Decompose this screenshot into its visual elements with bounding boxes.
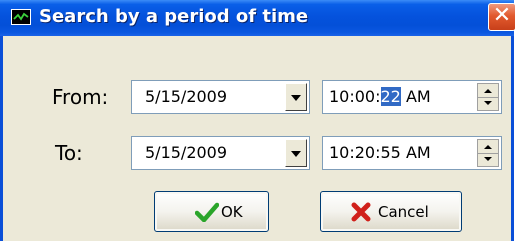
chart-window-icon (11, 9, 31, 25)
window-title: Search by a period of time (39, 6, 309, 27)
to-label: To: (55, 141, 83, 165)
dialog-window: Search by a period of time ✕ From: 5/15/… (0, 0, 516, 241)
red-x-icon (351, 202, 371, 222)
from-time-spinner[interactable] (477, 83, 499, 111)
close-icon: ✕ (492, 3, 512, 28)
from-label: From: (52, 85, 109, 109)
ok-button-label: OK (221, 203, 243, 221)
from-date-dropdown-button[interactable] (285, 83, 307, 111)
to-time-spin-up-icon[interactable] (478, 140, 498, 154)
cancel-button[interactable]: Cancel (320, 191, 462, 232)
close-button[interactable]: ✕ (488, 3, 516, 31)
from-time-spin-up-icon[interactable] (478, 84, 498, 98)
to-time-value[interactable]: 10:20:55 AM (329, 143, 431, 162)
from-time-selected-seconds: 22 (380, 87, 401, 106)
from-time-value[interactable]: 10:00:22 AM (329, 87, 431, 106)
checkmark-icon (195, 202, 219, 222)
from-date-picker[interactable]: 5/15/2009 (131, 80, 310, 114)
to-date-picker[interactable]: 5/15/2009 (131, 136, 310, 170)
from-time-picker[interactable]: 10:00:22 AM (322, 80, 502, 114)
to-time-spin-down-icon[interactable] (478, 153, 498, 166)
to-time-picker[interactable]: 10:20:55 AM (322, 136, 502, 170)
ok-button[interactable]: OK (154, 191, 269, 232)
cancel-button-label: Cancel (378, 203, 429, 221)
title-bar[interactable]: Search by a period of time ✕ (0, 0, 516, 36)
to-date-value: 5/15/2009 (145, 143, 228, 162)
from-time-spin-down-icon[interactable] (478, 97, 498, 110)
from-date-value: 5/15/2009 (145, 87, 228, 106)
to-time-spinner[interactable] (477, 139, 499, 167)
to-date-dropdown-button[interactable] (285, 139, 307, 167)
